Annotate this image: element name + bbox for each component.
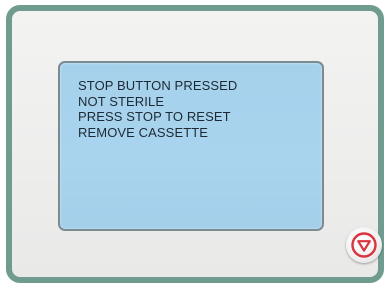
status-message-not-sterile: NOT STERILE [78, 93, 165, 109]
status-message-list: STOP BUTTON PRESSED NOT STERILE PRESS ST… [78, 78, 237, 140]
status-message-press-stop: PRESS STOP TO RESET [78, 109, 231, 124]
stop-triangle-icon [351, 232, 377, 258]
status-message-remove-cassette: REMOVE CASSETTE [78, 124, 209, 140]
lcd-display: STOP BUTTON PRESSED NOT STERILE PRESS ST… [58, 61, 324, 231]
stop-button[interactable] [346, 227, 382, 263]
status-message-stop-pressed: STOP BUTTON PRESSED [78, 78, 238, 93]
device-panel: STOP BUTTON PRESSED NOT STERILE PRESS ST… [6, 5, 384, 283]
